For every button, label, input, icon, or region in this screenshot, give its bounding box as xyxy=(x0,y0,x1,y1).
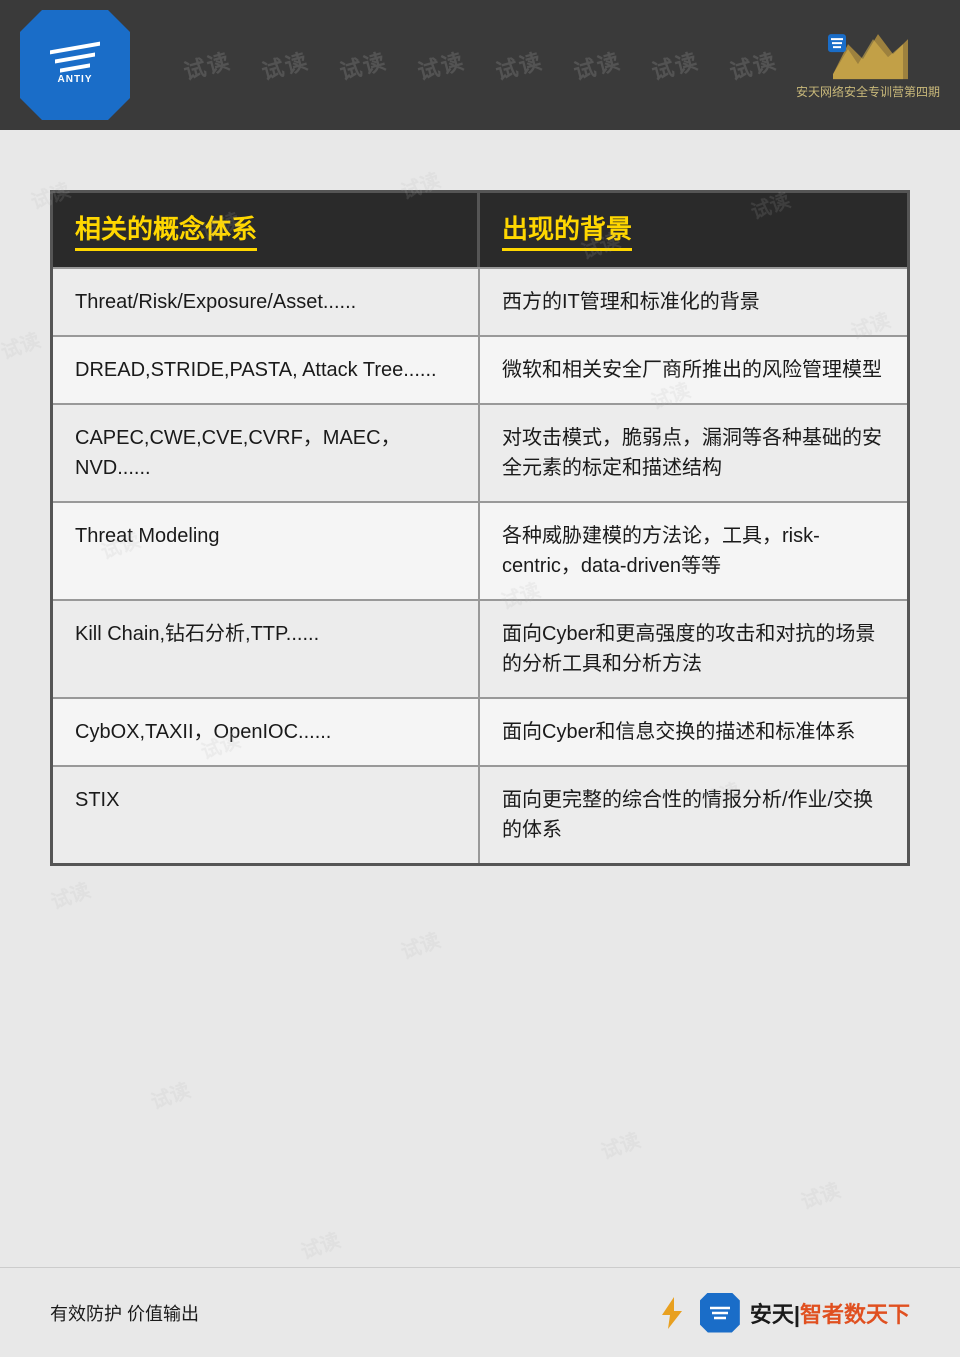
footer-logo xyxy=(700,1293,740,1333)
logo-text: ANTIY xyxy=(58,74,93,85)
cell-2-2: 微软和相关安全厂商所推出的风险管理模型 xyxy=(480,337,907,403)
table-row: Kill Chain,钻石分析,TTP...... 面向Cyber和更高强度的攻… xyxy=(53,599,907,697)
footer-brand: 安天|智者数天下 xyxy=(654,1293,910,1333)
cell-1-2: 西方的IT管理和标准化的背景 xyxy=(480,269,907,335)
table-row: STIX 面向更完整的综合性的情报分析/作业/交换的体系 xyxy=(53,765,907,863)
header-brand: 安天网络安全专训营第四期 xyxy=(796,29,940,101)
table-row: Threat Modeling 各种威胁建模的方法论，工具，risk-centr… xyxy=(53,501,907,599)
table-row: CybOX,TAXII，OpenIOC...... 面向Cyber和信息交换的描… xyxy=(53,697,907,765)
footer: 有效防护 价值输出 安天|智者数天下 xyxy=(0,1267,960,1357)
cell-3-1: CAPEC,CWE,CVE,CVRF，MAEC，NVD...... xyxy=(53,405,480,501)
cell-7-1: STIX xyxy=(53,767,480,863)
logo-lines xyxy=(50,46,100,70)
cell-1-1: Threat/Risk/Exposure/Asset...... xyxy=(53,269,480,335)
cell-6-2: 面向Cyber和信息交换的描述和标准体系 xyxy=(480,699,907,765)
main-content: 相关的概念体系 出现的背景 Threat/Risk/Exposure/Asset… xyxy=(0,130,960,1267)
cell-7-2: 面向更完整的综合性的情报分析/作业/交换的体系 xyxy=(480,767,907,863)
footer-lightning-icon xyxy=(654,1295,690,1331)
table-header: 相关的概念体系 出现的背景 xyxy=(53,193,907,267)
cell-6-1: CybOX,TAXII，OpenIOC...... xyxy=(53,699,480,765)
main-table: 相关的概念体系 出现的背景 Threat/Risk/Exposure/Asset… xyxy=(50,190,910,866)
col2-header: 出现的背景 xyxy=(480,193,907,267)
table-row: Threat/Risk/Exposure/Asset...... 西方的IT管理… xyxy=(53,267,907,335)
cell-5-1: Kill Chain,钻石分析,TTP...... xyxy=(53,601,480,697)
logo: ANTIY xyxy=(20,10,130,120)
table-row: DREAD,STRIDE,PASTA, Attack Tree...... 微软… xyxy=(53,335,907,403)
table-row: CAPEC,CWE,CVE,CVRF，MAEC，NVD...... 对攻击模式，… xyxy=(53,403,907,501)
brand-text: 安天网络安全专训营第四期 xyxy=(796,84,940,101)
cell-5-2: 面向Cyber和更高强度的攻击和对抗的场景的分析工具和分析方法 xyxy=(480,601,907,697)
header: 试读 试读 试读 试读 试读 试读 试读 试读 ANTIY 安天网络安全专训营第… xyxy=(0,0,960,130)
footer-brand-text: 安天|智者数天下 xyxy=(750,1297,910,1329)
footer-slogan: 有效防护 价值输出 xyxy=(50,1300,199,1326)
cell-3-2: 对攻击模式，脆弱点，漏洞等各种基础的安全元素的标定和描述结构 xyxy=(480,405,907,501)
col1-header: 相关的概念体系 xyxy=(53,193,480,267)
cell-4-2: 各种威胁建模的方法论，工具，risk-centric，data-driven等等 xyxy=(480,503,907,599)
table-body: Threat/Risk/Exposure/Asset...... 西方的IT管理… xyxy=(53,267,907,863)
cell-2-1: DREAD,STRIDE,PASTA, Attack Tree...... xyxy=(53,337,480,403)
cell-4-1: Threat Modeling xyxy=(53,503,480,599)
brand-graphic xyxy=(823,29,913,84)
